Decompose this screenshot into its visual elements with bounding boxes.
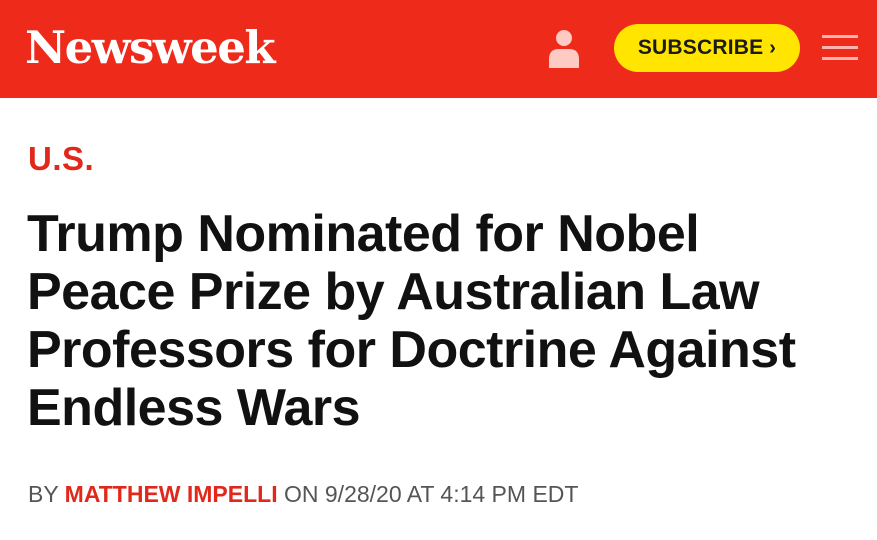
byline-on: ON — [284, 481, 319, 507]
site-header: Newsweek SUBSCRIBE › — [0, 0, 877, 98]
user-icon[interactable] — [546, 28, 582, 68]
chevron-right-icon: › — [769, 36, 777, 59]
article-headline: Trump Nominated for Nobel Peace Prize by… — [27, 205, 796, 437]
byline-prefix: BY — [28, 481, 59, 507]
hamburger-menu-icon[interactable] — [822, 35, 858, 61]
newsweek-logo[interactable]: Newsweek — [25, 22, 276, 74]
article-category[interactable]: U.S. — [28, 140, 94, 178]
publish-datetime: 9/28/20 AT 4:14 PM EDT — [324, 481, 579, 507]
author-link[interactable]: MATTHEW IMPELLI — [65, 481, 278, 507]
subscribe-label: SUBSCRIBE — [637, 36, 764, 59]
article-byline: BY MATTHEW IMPELLI ON 9/28/20 AT 4:14 PM… — [28, 481, 578, 508]
subscribe-button[interactable]: SUBSCRIBE › — [614, 24, 800, 72]
